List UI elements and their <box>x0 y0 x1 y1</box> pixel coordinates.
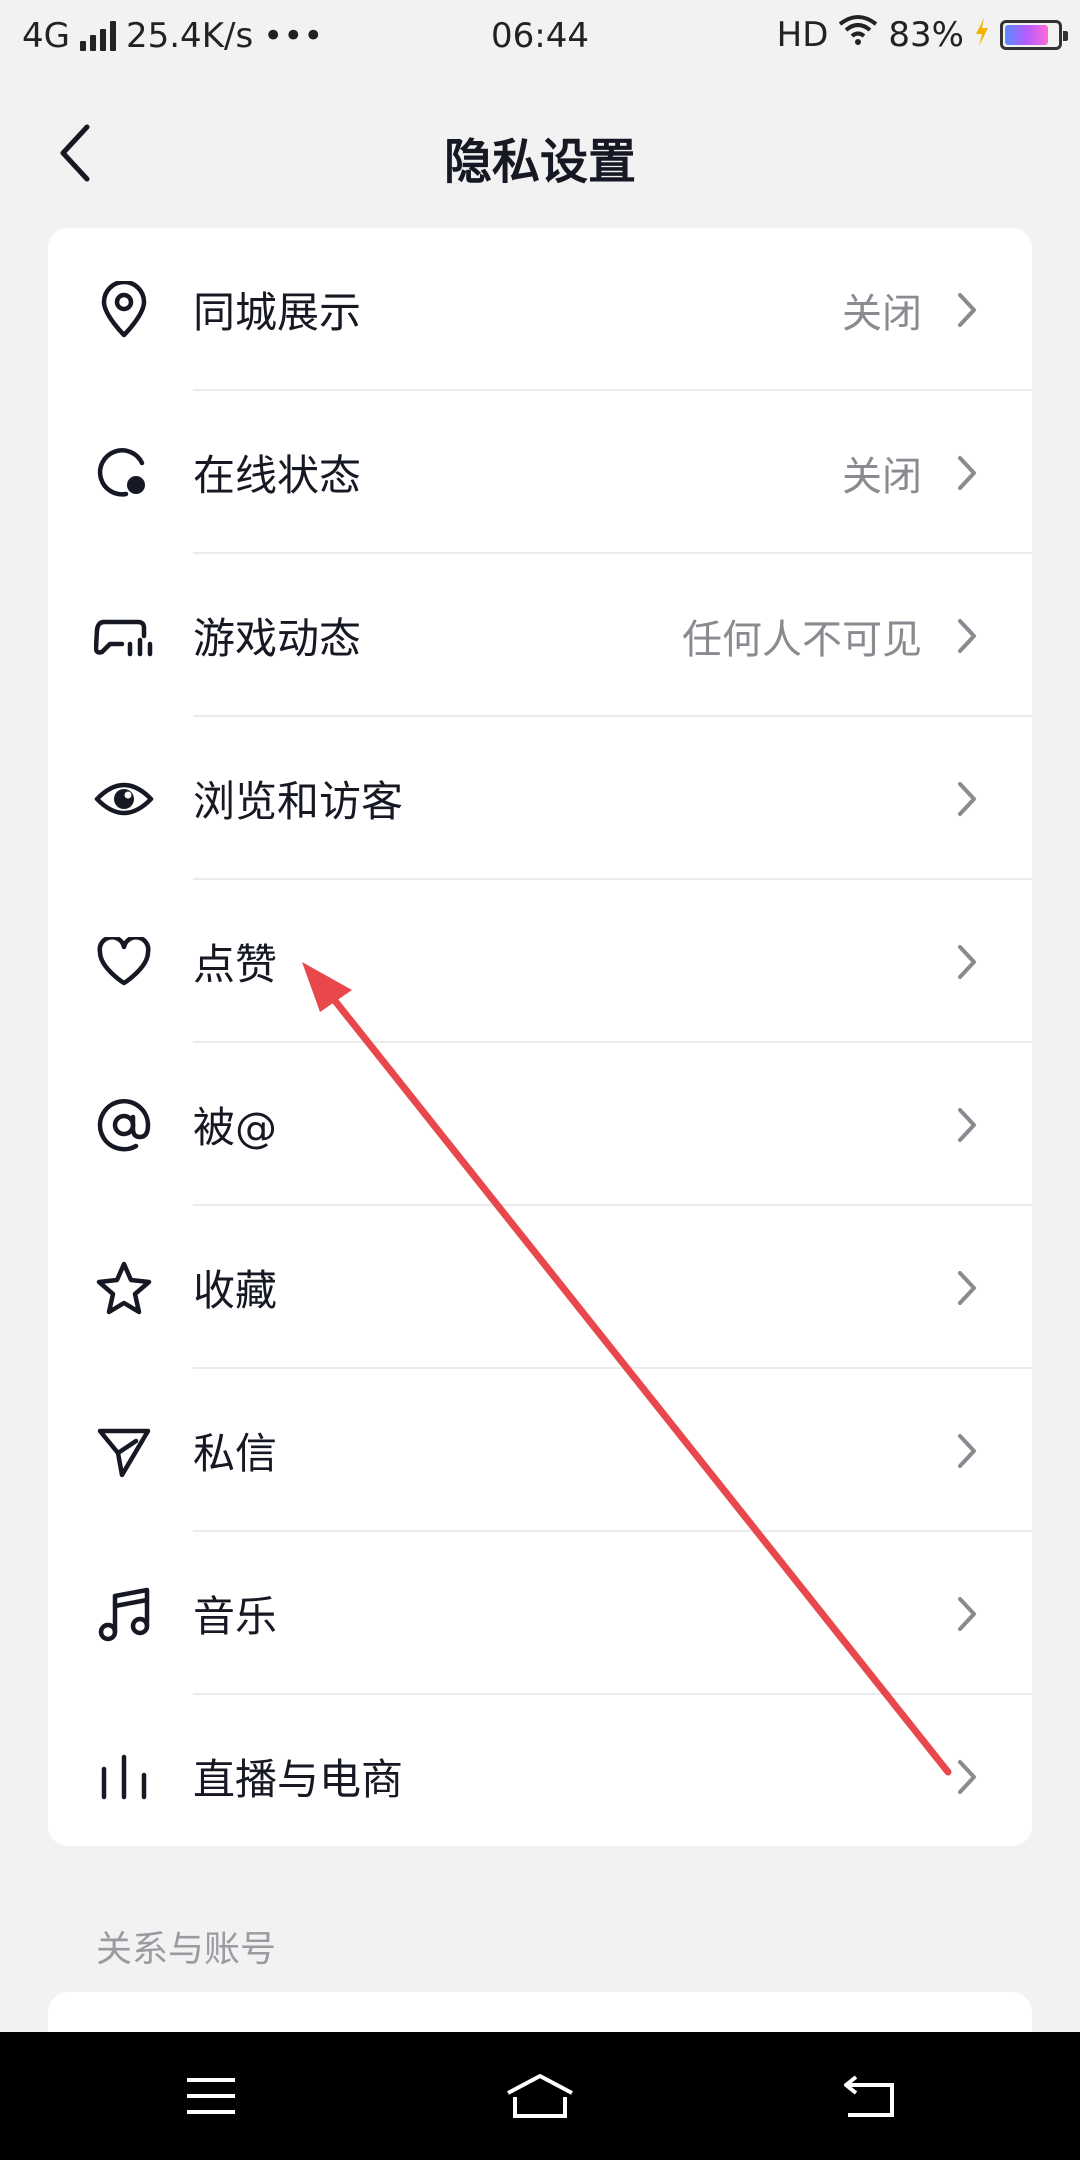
online-status-icon <box>94 443 154 503</box>
setting-row-music[interactable]: 音乐 <box>48 1532 1032 1695</box>
location-pin-icon <box>94 280 154 340</box>
gamepad-icon <box>94 606 154 666</box>
hd-indicator: HD <box>776 14 829 55</box>
heart-icon <box>94 932 154 992</box>
setting-label: 音乐 <box>193 1592 278 1641</box>
return-icon <box>844 2075 894 2117</box>
setting-row-views-visitors[interactable]: 浏览和访客 <box>48 717 1032 880</box>
wifi-icon <box>838 14 878 55</box>
setting-value: 关闭 <box>842 290 922 337</box>
home-icon <box>507 2074 573 2118</box>
setting-label: 被@ <box>193 1103 278 1152</box>
eye-icon <box>94 769 154 829</box>
setting-row-online-status[interactable]: 在线状态 关闭 <box>48 391 1032 554</box>
chevron-right-icon <box>952 1105 982 1145</box>
privacy-settings-card: 同城展示 关闭 在线状态 关闭 游戏动态 任何人不可见 浏览和访客 点赞 被@ … <box>48 228 1032 1846</box>
setting-row-mentions[interactable]: 被@ <box>48 1043 1032 1206</box>
chevron-right-icon <box>952 290 982 330</box>
page-title: 隐私设置 <box>443 134 636 190</box>
setting-label: 直播与电商 <box>193 1755 404 1804</box>
setting-row-favorites[interactable]: 收藏 <box>48 1206 1032 1369</box>
chevron-right-icon <box>952 1431 982 1471</box>
setting-label: 在线状态 <box>193 451 362 500</box>
chevron-right-icon <box>952 1268 982 1308</box>
star-icon <box>94 1258 154 1318</box>
chevron-right-icon <box>952 1594 982 1634</box>
section-title: 关系与账号 <box>96 1929 277 1970</box>
chevron-right-icon <box>952 1757 982 1797</box>
chevron-right-icon <box>952 942 982 982</box>
status-right: HD 83% <box>776 14 1068 55</box>
setting-row-game-activity[interactable]: 游戏动态 任何人不可见 <box>48 554 1032 717</box>
setting-value: 关闭 <box>842 453 922 500</box>
home-button[interactable] <box>505 2066 575 2126</box>
setting-row-nearby[interactable]: 同城展示 关闭 <box>48 228 1032 391</box>
setting-row-live-commerce[interactable]: 直播与电商 <box>48 1695 1032 1846</box>
setting-row-messages[interactable]: 私信 <box>48 1369 1032 1532</box>
live-bars-icon <box>94 1747 154 1807</box>
setting-label: 浏览和访客 <box>193 777 404 826</box>
setting-label: 私信 <box>193 1429 278 1478</box>
chevron-right-icon <box>952 453 982 493</box>
setting-row-likes[interactable]: 点赞 <box>48 880 1032 1043</box>
setting-label: 收藏 <box>193 1266 278 1315</box>
system-nav-bar <box>0 2032 1080 2160</box>
send-icon <box>94 1421 154 1481</box>
battery-icon <box>1000 19 1068 50</box>
menu-icon <box>187 2078 235 2114</box>
chevron-right-icon <box>952 779 982 819</box>
charging-icon <box>974 15 990 55</box>
setting-label: 点赞 <box>193 940 278 989</box>
setting-value: 任何人不可见 <box>682 616 922 663</box>
status-bar: 4G 25.4K/s ••• 06:44 HD 83% <box>0 0 1080 76</box>
menu-button[interactable] <box>176 2066 246 2126</box>
clock: 06:44 <box>491 16 589 56</box>
header: 隐私设置 <box>0 100 1080 200</box>
back-nav-button[interactable] <box>834 2066 904 2126</box>
setting-label: 游戏动态 <box>193 614 362 663</box>
setting-label: 同城展示 <box>193 288 362 337</box>
at-icon <box>94 1095 154 1155</box>
battery-percent: 83% <box>888 14 964 55</box>
chevron-right-icon <box>952 616 982 656</box>
music-note-icon <box>94 1584 154 1644</box>
